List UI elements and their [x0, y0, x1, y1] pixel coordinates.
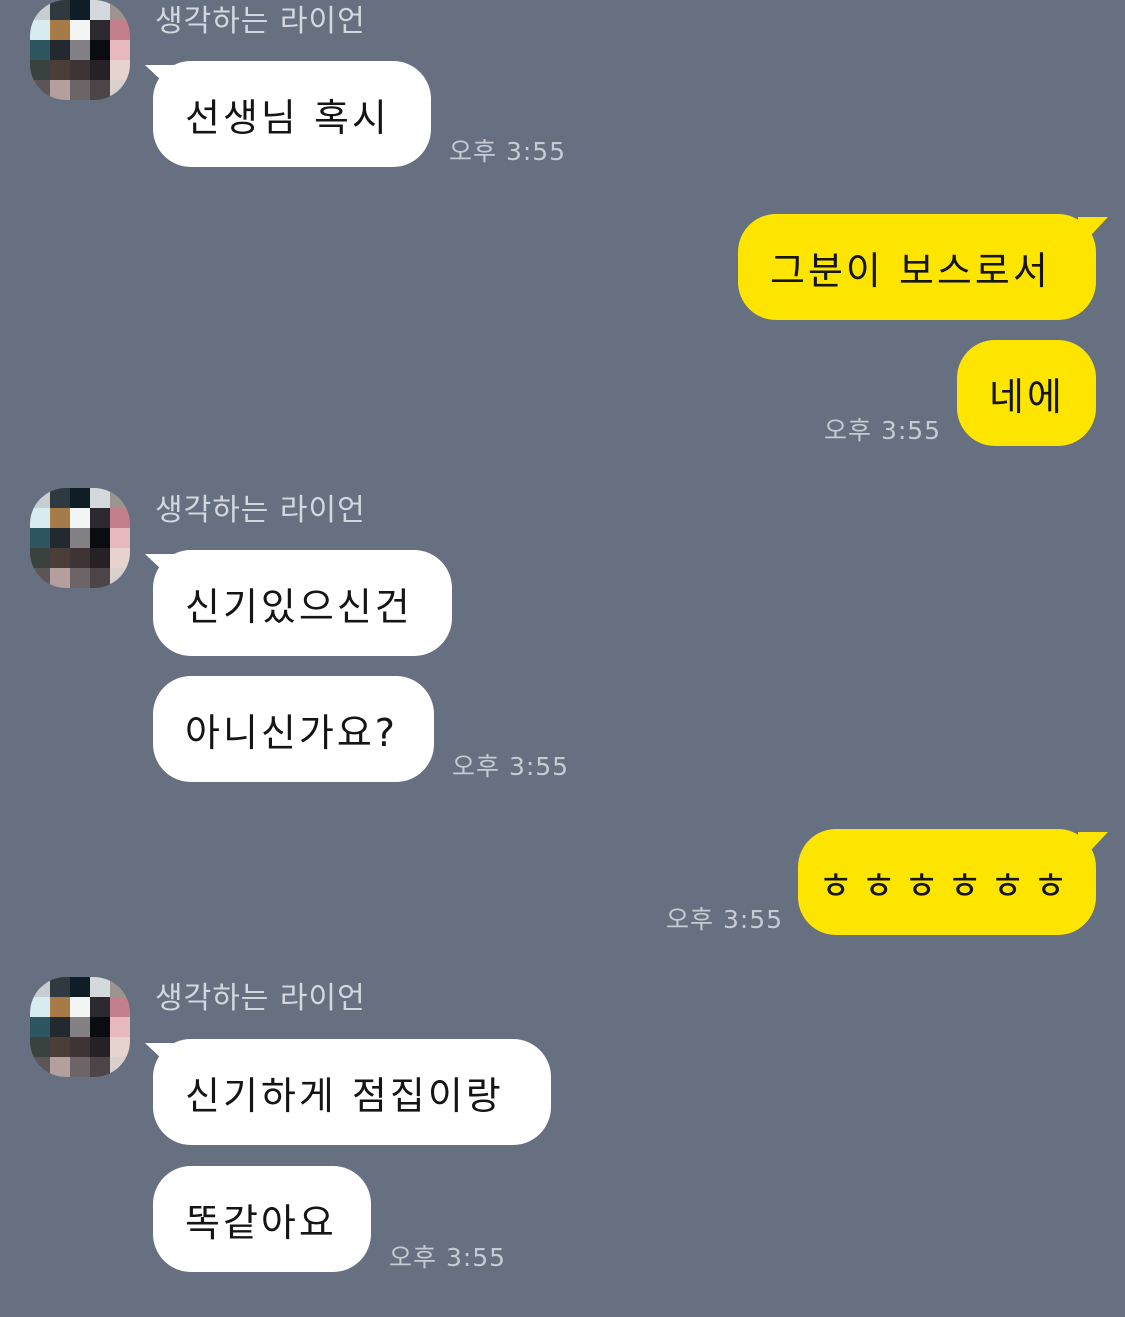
bubble-tail [1078, 217, 1108, 249]
message-time: 오후 3:55 [452, 752, 570, 781]
message-bubble-incoming[interactable]: 똑같아요 [153, 1166, 371, 1272]
message-bubble-incoming[interactable]: 신기하게 점집이랑 [153, 1039, 551, 1145]
message-time: 오후 3:55 [449, 137, 567, 166]
message-bubble-outgoing[interactable]: ㅎㅎㅎㅎㅎㅎ [798, 829, 1096, 935]
message-time: 오후 3:55 [824, 416, 942, 445]
sender-name: 생각하는 라이언 [155, 981, 366, 1016]
chat-room[interactable]: 생각하는 라이언 선생님 혹시 오후 3:55 그분이 보스로서 네에 오후 3… [0, 0, 1125, 1317]
bubble-tail [1078, 832, 1108, 864]
message-time: 오후 3:55 [389, 1243, 507, 1272]
message-bubble-incoming[interactable]: 선생님 혹시 [153, 61, 431, 167]
avatar[interactable] [30, 0, 130, 100]
message-bubble-outgoing[interactable]: 네에 [957, 340, 1096, 446]
message-bubble-outgoing[interactable]: 그분이 보스로서 [738, 214, 1096, 320]
avatar[interactable] [30, 488, 130, 588]
message-time: 오후 3:55 [666, 905, 784, 934]
message-bubble-incoming[interactable]: 아니신가요? [153, 676, 434, 782]
avatar[interactable] [30, 977, 130, 1077]
message-bubble-incoming[interactable]: 신기있으신건 [153, 550, 452, 656]
sender-name: 생각하는 라이언 [155, 4, 366, 39]
sender-name: 생각하는 라이언 [155, 493, 366, 528]
